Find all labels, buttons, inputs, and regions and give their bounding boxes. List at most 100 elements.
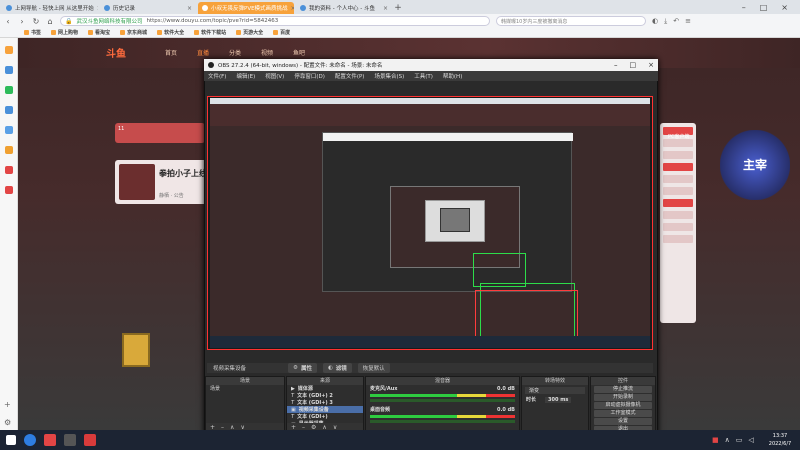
settings-icon[interactable]: ⚙	[4, 418, 11, 427]
browser-tab-1[interactable]: 历史记录 ×	[100, 2, 196, 14]
obs-taskbar-icon[interactable]	[44, 434, 56, 446]
bookmark-item[interactable]: 百度	[273, 29, 290, 36]
app-icon[interactable]	[4, 186, 13, 194]
system-tray: ■ ∧ ▭ ◁	[712, 436, 754, 444]
menu-edit[interactable]: 编辑(E)	[236, 72, 255, 80]
undo-icon[interactable]: ↶	[673, 17, 679, 26]
volume-slider[interactable]	[370, 420, 515, 423]
maximize-icon[interactable]: □	[630, 61, 637, 69]
app-icon[interactable]	[4, 146, 13, 154]
app-icon[interactable]	[84, 434, 96, 446]
nav-link[interactable]: 视频	[261, 48, 273, 57]
tab-favicon-icon	[6, 5, 12, 11]
mixer-dock: 混音器 麦克风/Aux 0.0 dB 桌面音频 0.0 dB	[365, 376, 520, 432]
close-window-icon[interactable]: ×	[781, 3, 788, 12]
windows-start-icon[interactable]	[6, 435, 16, 445]
bookmark-item[interactable]: 网上购物	[51, 29, 78, 36]
menu-scene-collection[interactable]: 场景集合(S)	[374, 72, 404, 80]
close-icon[interactable]: ×	[383, 5, 388, 12]
filters-button[interactable]: ◐ 滤镜	[322, 363, 352, 373]
menu-file[interactable]: 文件(F)	[208, 72, 226, 80]
nav-link[interactable]: 鱼吧	[293, 48, 305, 57]
source-toolbar: 视频采集设备 ⚙ 属性 ◐ 滤镜 恢复默认	[207, 363, 653, 373]
browser-tab-3[interactable]: 我的资料 - 个人中心 - 斗鱼 ×	[296, 2, 392, 14]
source-item-selected[interactable]: ▣ 视频采集设备	[287, 406, 363, 413]
menu-docks[interactable]: 停靠窗口(D)	[294, 72, 325, 80]
maximize-icon[interactable]: □	[760, 3, 768, 12]
taskbar-clock[interactable]: 13:37 2022/6/7	[760, 432, 800, 448]
windows-taskbar	[0, 430, 800, 450]
menu-view[interactable]: 视图(V)	[265, 72, 284, 80]
studio-mode-button[interactable]: 工作室模式	[594, 410, 652, 417]
app-icon[interactable]	[4, 66, 13, 74]
menu-icon[interactable]: ≡	[685, 17, 691, 26]
mixer-channel-label: 麦克风/Aux 0.0 dB	[370, 385, 515, 393]
nav-link[interactable]: 首页	[165, 48, 177, 57]
game-ad[interactable]: 主宰	[720, 130, 790, 200]
source-item[interactable]: T 文本 (GDI+) 2	[287, 392, 363, 400]
network-icon[interactable]: ▭	[736, 436, 743, 444]
media-icon: ▶	[291, 385, 295, 392]
scene-item[interactable]: 场景	[206, 385, 284, 392]
transition-select[interactable]: 渐变	[525, 387, 585, 394]
close-icon[interactable]: ×	[291, 5, 294, 12]
start-recording-button[interactable]: 开始录制	[594, 394, 652, 401]
lock-icon: 🔒	[65, 17, 73, 25]
defaults-button[interactable]: 恢复默认	[357, 363, 390, 373]
menu-help[interactable]: 帮助(H)	[443, 72, 462, 80]
source-name-label: 视频采集设备	[213, 366, 247, 372]
tray-icon[interactable]: ■	[712, 436, 719, 444]
bookmark-item[interactable]: 页游大全	[236, 29, 263, 36]
add-sidebar-icon[interactable]: +	[4, 400, 11, 409]
stop-streaming-button[interactable]: 停止推流	[594, 386, 652, 393]
back-icon[interactable]: ‹	[4, 17, 12, 26]
live-count-card[interactable]: 11	[115, 123, 205, 143]
app-icon[interactable]	[4, 106, 13, 114]
nav-link[interactable]: 分类	[229, 48, 241, 57]
transition-duration[interactable]: 时长 300 ms	[522, 396, 588, 403]
browser-tab-2[interactable]: 小叔无畏反弹PVE模式画质挑战 ×	[198, 2, 294, 14]
home-icon[interactable]: ⌂	[46, 17, 54, 26]
browser-icon[interactable]	[24, 434, 36, 446]
close-icon[interactable]: ×	[97, 5, 98, 12]
menu-tools[interactable]: 工具(T)	[414, 72, 433, 80]
download-icon[interactable]: ⤓	[664, 17, 667, 26]
virtual-camera-button[interactable]: 启动虚拟摄像机	[594, 402, 652, 409]
search-input[interactable]: 韩媒曝10岁内三度被撤离消息	[496, 16, 646, 26]
settings-button[interactable]: 设置	[594, 418, 652, 425]
nav-link[interactable]: 直播	[197, 48, 209, 57]
url-input[interactable]: 🔒 武汉斗鱼网络科技有限公司 https://www.douyu.com/top…	[60, 16, 490, 26]
forward-icon[interactable]: ›	[18, 17, 26, 26]
minimize-icon[interactable]: –	[742, 3, 746, 12]
obs-logo-icon	[208, 62, 214, 68]
gift-badge[interactable]	[122, 333, 150, 367]
favorites-icon[interactable]	[4, 46, 13, 54]
minimize-icon[interactable]: –	[614, 61, 618, 69]
close-icon[interactable]: ×	[187, 5, 192, 12]
browser-tab-0[interactable]: 上网导航 - 轻快上网 从这里开始×	[2, 2, 98, 14]
bookmark-item[interactable]: 书签	[24, 29, 41, 36]
chevron-up-icon[interactable]: ∧	[725, 436, 730, 444]
bookmark-item[interactable]: 软件大全	[157, 29, 184, 36]
obs-app-icon[interactable]	[64, 434, 76, 446]
wechat-icon[interactable]	[4, 86, 13, 94]
new-tab-icon[interactable]: +	[392, 2, 404, 14]
volume-icon[interactable]: ◁	[748, 436, 753, 444]
source-item[interactable]: T 文本 (GDI+) 3	[287, 399, 363, 407]
close-icon[interactable]: ×	[648, 61, 654, 69]
bookmark-icon	[51, 30, 57, 35]
bookmark-item[interactable]: 软件下载站	[194, 29, 226, 36]
bookmark-item[interactable]: 京东商城	[120, 29, 147, 36]
source-item[interactable]: T 文本 (GDI+)	[287, 413, 363, 421]
site-logo[interactable]: 斗鱼	[106, 45, 126, 60]
volume-slider[interactable]	[370, 399, 515, 402]
bookmark-item[interactable]: 看淘宝	[88, 29, 110, 36]
app-icon[interactable]	[4, 166, 13, 174]
properties-button[interactable]: ⚙ 属性	[288, 363, 317, 373]
source-item[interactable]: ▶ 媒体源	[287, 385, 363, 393]
reload-icon[interactable]: ↻	[32, 17, 40, 26]
mail-icon[interactable]	[4, 126, 13, 134]
bookmark-icon	[157, 30, 163, 35]
menu-profile[interactable]: 配置文件(P)	[335, 72, 365, 80]
extension-icon[interactable]: ◐	[652, 17, 658, 26]
